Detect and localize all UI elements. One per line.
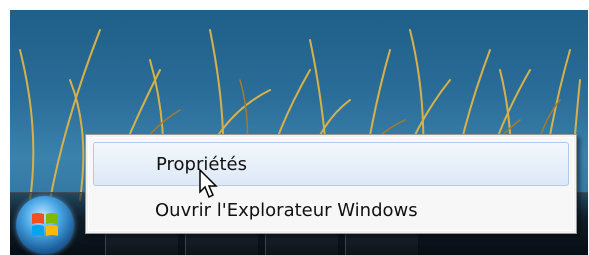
mouse-pointer-icon [199, 168, 218, 199]
menu-item-label: Ouvrir l'Explorateur Windows [155, 199, 418, 221]
context-menu: Propriétés Ouvrir l'Explorateur Windows [85, 134, 577, 234]
menu-item-properties[interactable]: Propriétés [93, 142, 569, 186]
windows-start-orb-icon[interactable] [16, 196, 74, 254]
menu-item-open-explorer[interactable]: Ouvrir l'Explorateur Windows [93, 188, 569, 232]
